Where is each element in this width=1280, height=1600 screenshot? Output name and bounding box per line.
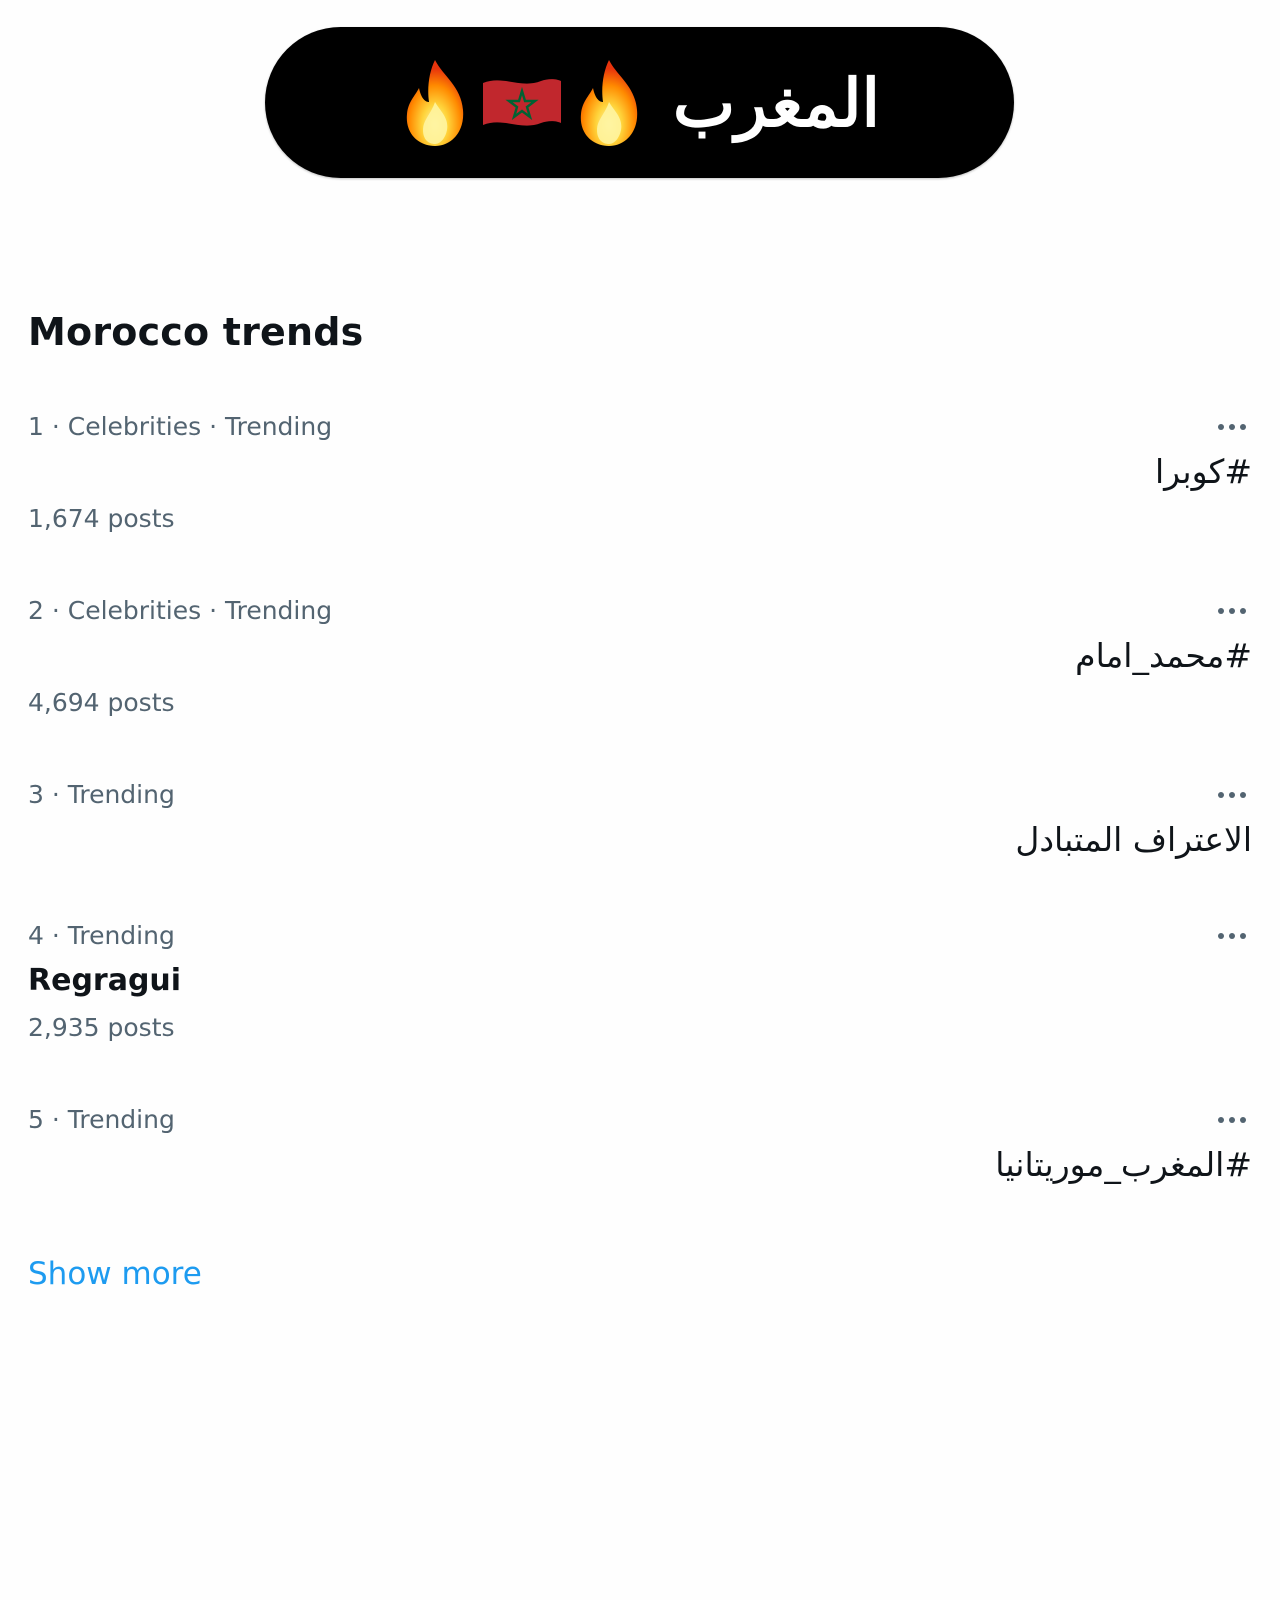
trend-meta: 5 · Trending — [28, 1105, 175, 1134]
fire-icon — [399, 58, 471, 148]
trend-name: #كوبرا — [1155, 452, 1252, 491]
more-options-icon[interactable] — [1214, 786, 1250, 804]
trend-name: الاعتراف المتبادل — [1015, 820, 1252, 859]
trend-meta: 2 · Celebrities · Trending — [28, 596, 333, 625]
trend-post-count: 1,674 posts — [28, 504, 175, 533]
trend-meta: 3 · Trending — [28, 780, 175, 809]
trend-meta: 1 · Celebrities · Trending — [28, 412, 333, 441]
trend-name: #محمد_امام — [1075, 636, 1252, 675]
banner-content: المغرب — [265, 27, 1014, 178]
page: المغرب Morocco trends 1 · Celebrities · … — [0, 0, 1280, 1600]
more-options-icon[interactable] — [1214, 418, 1250, 436]
show-more-link[interactable]: Show more — [28, 1256, 202, 1292]
more-options-icon[interactable] — [1214, 927, 1250, 945]
trend-post-count: 4,694 posts — [28, 688, 175, 717]
more-options-icon[interactable] — [1214, 1111, 1250, 1129]
more-options-icon[interactable] — [1214, 602, 1250, 620]
page-title: Morocco trends — [28, 310, 364, 354]
trend-name: Regragui — [28, 963, 182, 998]
morocco-flag-icon — [481, 73, 563, 133]
trend-meta: 4 · Trending — [28, 921, 175, 950]
fire-icon — [573, 58, 645, 148]
title-banner: المغرب — [265, 27, 1014, 178]
trend-name: #المغرب_موريتانيا — [995, 1145, 1252, 1184]
banner-title: المغرب — [673, 63, 880, 142]
trend-post-count: 2,935 posts — [28, 1013, 175, 1042]
